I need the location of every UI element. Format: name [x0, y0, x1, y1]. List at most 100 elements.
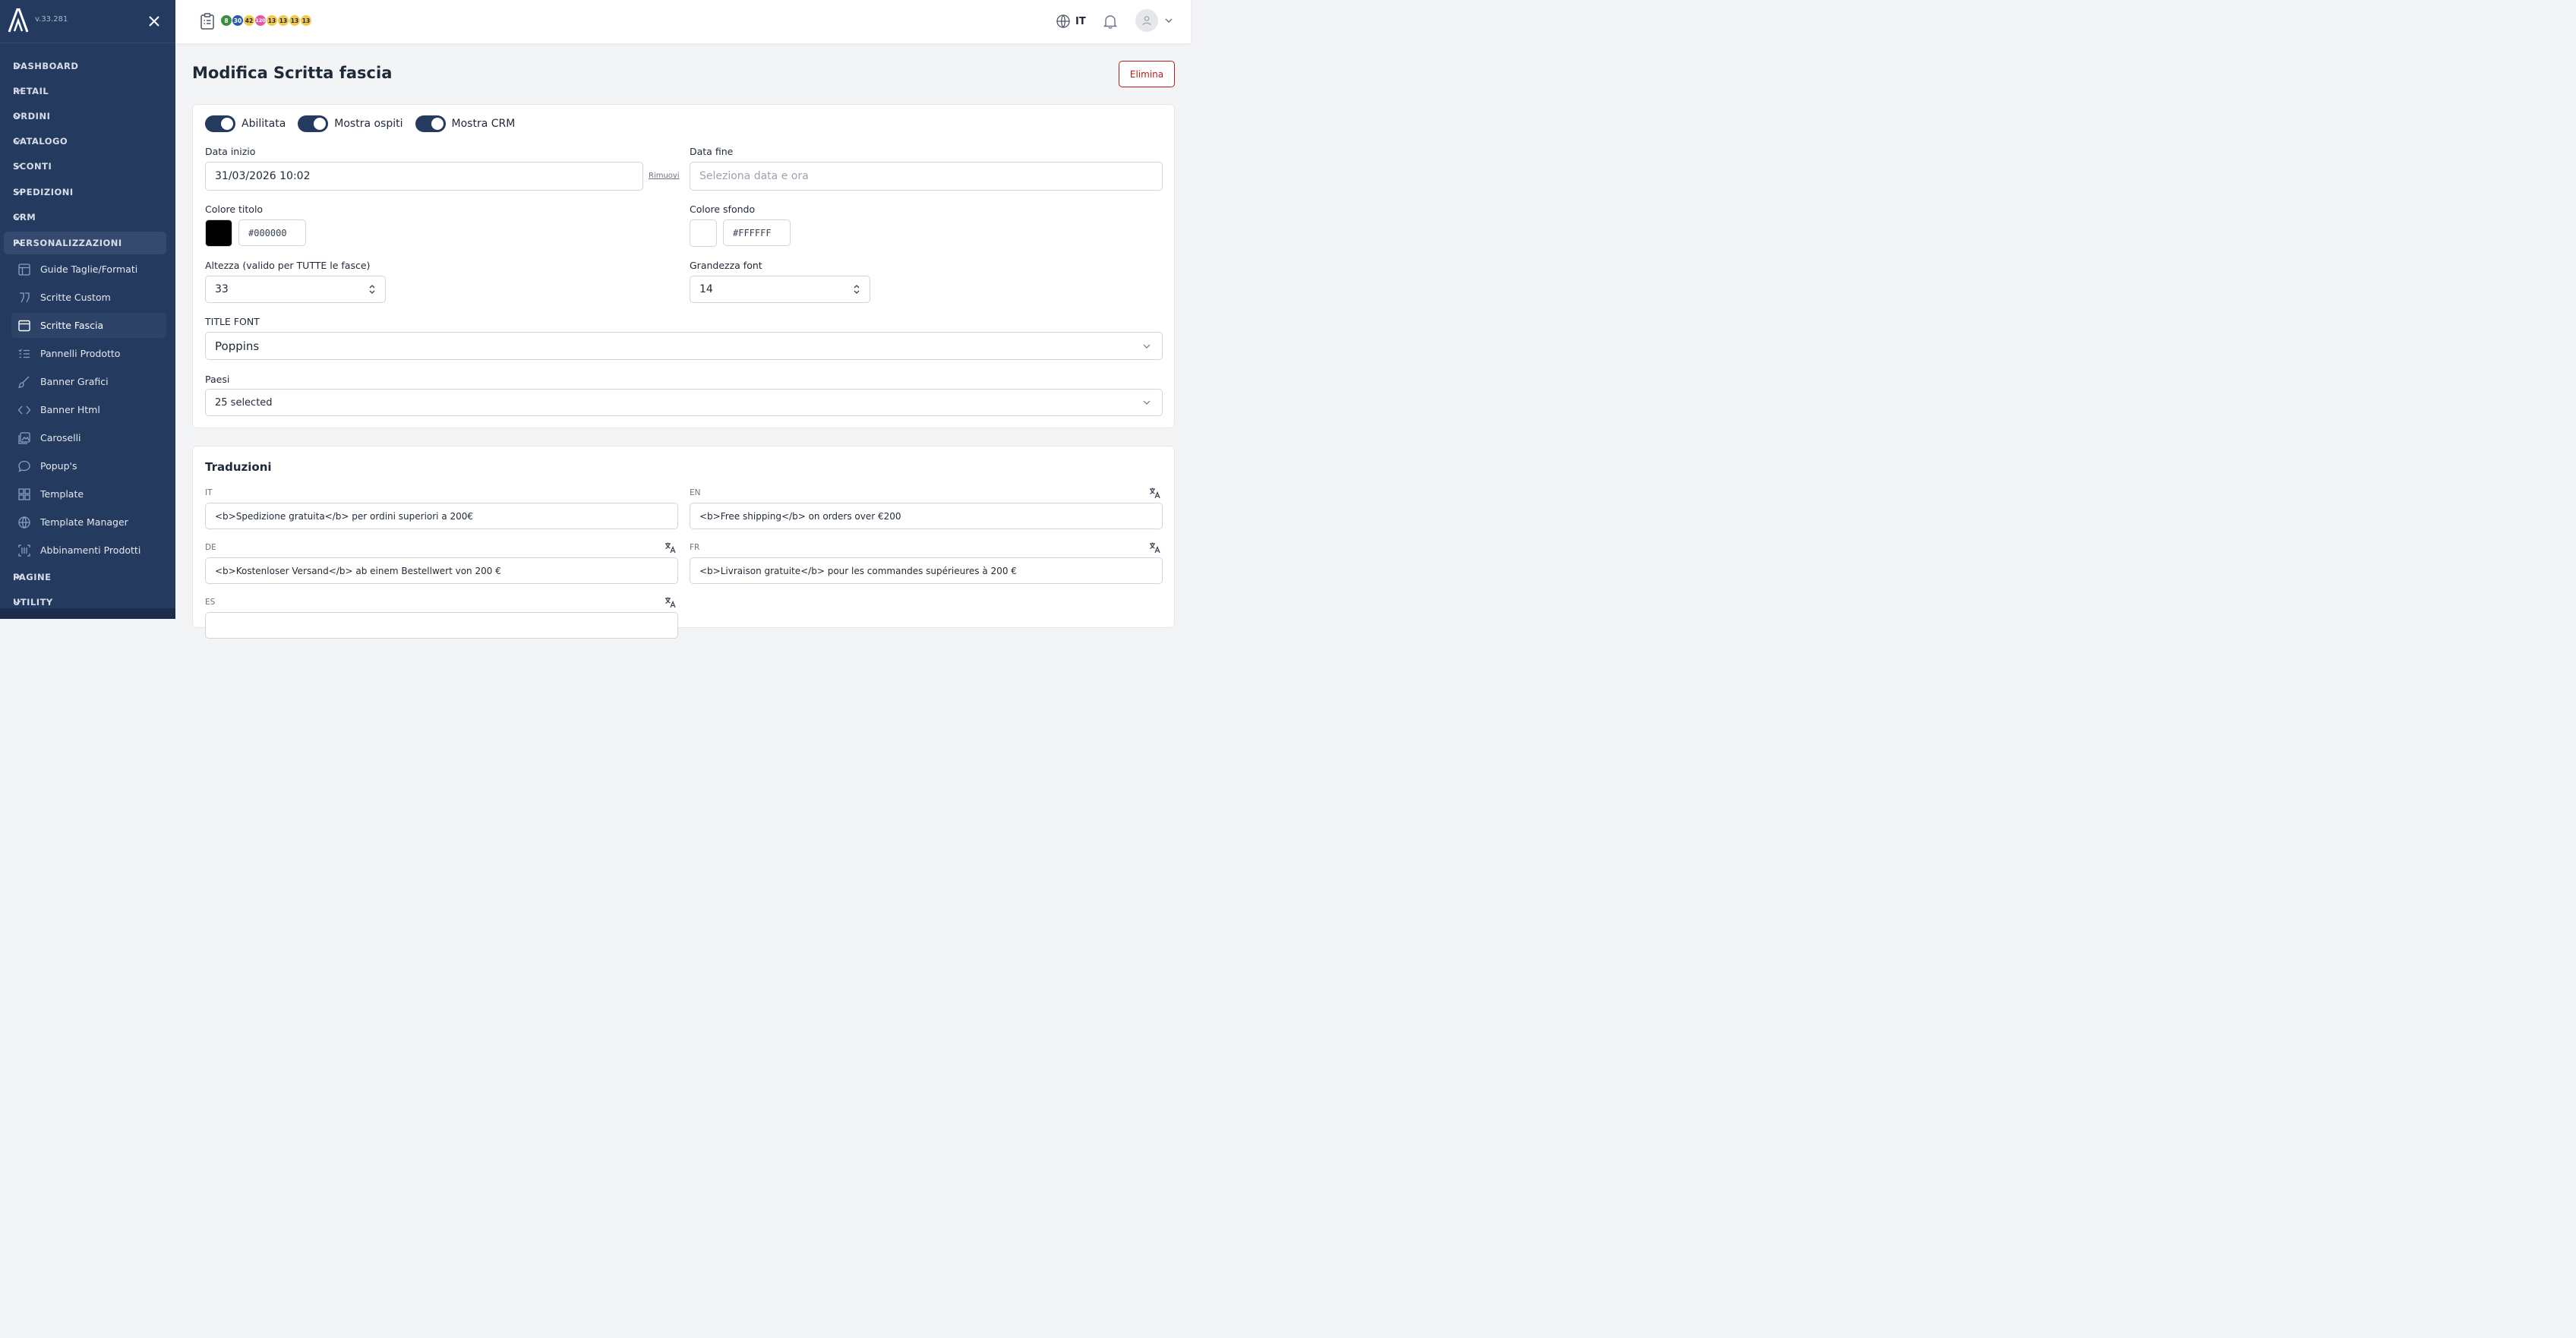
bell-icon[interactable]: [1102, 13, 1119, 30]
translation-field-it[interactable]: <b>Spedizione gratuita</b> per ordini su…: [205, 503, 678, 529]
height-field[interactable]: 33: [205, 276, 386, 303]
sidebar-section-ordini[interactable]: ORDINI: [4, 105, 166, 128]
sidebar-item-caroselli[interactable]: Caroselli: [11, 425, 166, 450]
sidebar-section-label: UTILITY: [13, 597, 53, 607]
sidebar-item-label: Scritte Fascia: [40, 320, 104, 331]
height-value: 33: [215, 283, 229, 295]
close-icon[interactable]: [147, 14, 162, 29]
lang-label-en: EN: [690, 488, 701, 497]
count-badge[interactable]: 8: [220, 14, 232, 27]
sidebar-section-label: RETAIL: [13, 86, 49, 96]
number-spinner-icon[interactable]: [853, 284, 860, 295]
toggle-switch[interactable]: [415, 115, 446, 132]
number-spinner-icon[interactable]: [368, 284, 376, 295]
delete-button[interactable]: Elimina: [1119, 61, 1175, 87]
sidebar-section-catalogo[interactable]: CATALOGO: [4, 130, 166, 153]
translation-field-en[interactable]: <b>Free shipping</b> on orders over €200: [690, 503, 1163, 529]
end-date-field[interactable]: Seleziona data e ora: [690, 162, 1163, 191]
lang-label-it: IT: [205, 488, 213, 497]
toggle-switch[interactable]: [298, 115, 329, 132]
translate-icon[interactable]: [665, 596, 677, 608]
font-size-field[interactable]: 14: [690, 276, 870, 303]
height-label: Altezza (valido per TUTTE le fasce): [205, 260, 371, 271]
toggle-label: Mostra CRM: [451, 118, 516, 130]
countries-select[interactable]: 25 selected: [205, 389, 1163, 416]
sidebar-section-label: DASHBOARD: [13, 61, 79, 71]
bg-color-swatch[interactable]: [690, 219, 717, 247]
sidebar-item-template-manager[interactable]: Template Manager: [11, 510, 166, 535]
user-icon: [1142, 16, 1151, 26]
page-title: Modifica Scritta fascia: [192, 64, 393, 82]
sidebar-item-scritte-fascia[interactable]: Scritte Fascia: [11, 313, 166, 338]
avatar[interactable]: [1135, 9, 1158, 32]
app-version: v.33.281: [35, 15, 68, 24]
start-date-label: Data inizio: [205, 146, 256, 157]
count-badge[interactable]: 30: [232, 14, 244, 27]
translate-icon[interactable]: [665, 541, 677, 554]
clipboard-list-icon[interactable]: [200, 13, 215, 30]
notification-badges: 8 30 42 120 13 13 13 13: [220, 14, 312, 27]
quote-icon: [20, 292, 30, 302]
toggle-mostra-ospiti[interactable]: Mostra ospiti: [298, 115, 403, 132]
sidebar-section-sconti[interactable]: SCONTI: [4, 155, 166, 178]
sidebar-item-abbinamenti-prodotti[interactable]: Abbinamenti Prodotti: [11, 538, 166, 563]
font-size-value: 14: [699, 283, 713, 295]
sidebar-section-label: CRM: [13, 212, 36, 222]
sidebar-section-label: SCONTI: [13, 161, 52, 172]
title-color-label: Colore titolo: [205, 204, 264, 215]
sidebar-section-spedizioni[interactable]: SPEDIZIONI: [4, 181, 166, 204]
sidebar-item-pannelli-prodotto[interactable]: Pannelli Prodotto: [11, 341, 166, 366]
count-badge[interactable]: 42: [243, 14, 255, 27]
app-logo[interactable]: [8, 8, 29, 33]
sidebar-item-label: Template Manager: [40, 516, 128, 528]
translations-title: Traduzioni: [205, 460, 272, 474]
bg-color-field[interactable]: #FFFFFF: [723, 219, 791, 246]
translation-field-fr[interactable]: <b>Livraison gratuite</b> pour les comma…: [690, 557, 1163, 584]
sidebar-item-label: Guide Taglie/Formati: [40, 263, 138, 275]
sidebar-item-template[interactable]: Template: [11, 481, 166, 506]
start-date-field[interactable]: 31/03/2026 10:02: [205, 162, 643, 191]
table-icon: [18, 263, 30, 276]
title-font-value: Poppins: [215, 339, 260, 353]
sidebar-section-crm[interactable]: CRM: [4, 206, 166, 229]
sidebar-item-label: Banner Html: [40, 404, 100, 415]
sidebar-item-popups[interactable]: Popup's: [11, 453, 166, 478]
remove-date-link[interactable]: Rimuovi: [649, 172, 680, 180]
count-badge[interactable]: 13: [300, 14, 312, 27]
topbar: 8 30 42 120 13 13 13 13 IT: [175, 0, 1191, 43]
translations-card: Traduzioni IT <b>Spedizione gratuita</b>…: [192, 446, 1175, 639]
translation-field-es[interactable]: [205, 612, 678, 639]
sidebar-item-banner-grafici[interactable]: Banner Grafici: [11, 369, 166, 394]
translate-icon[interactable]: [1149, 487, 1161, 499]
toggle-mostra-crm[interactable]: Mostra CRM: [415, 115, 516, 132]
toggle-switch[interactable]: [205, 115, 235, 132]
end-date-label: Data fine: [690, 146, 734, 157]
count-badge[interactable]: 120: [254, 14, 267, 27]
sidebar-section-retail[interactable]: RETAIL: [4, 80, 166, 103]
toggle-row: Abilitata Mostra ospiti Mostra CRM: [205, 115, 527, 132]
countries-value: 25 selected: [215, 396, 273, 409]
sidebar: v.33.281 DASHBOARD RETAIL ORDINI CATALOG…: [0, 0, 175, 619]
title-color-swatch[interactable]: [205, 219, 232, 247]
language-switcher[interactable]: IT: [1056, 14, 1086, 29]
translation-field-de[interactable]: <b>Kostenloser Versand</b> ab einem Best…: [205, 557, 678, 584]
title-color-field[interactable]: #000000: [238, 219, 306, 246]
count-badge[interactable]: 13: [266, 14, 278, 27]
sidebar-item-guide-taglie[interactable]: Guide Taglie/Formati: [11, 257, 166, 282]
sidebar-section-personalizzazioni[interactable]: PERSONALIZZAZIONI: [4, 232, 166, 254]
sidebar-section-label: PERSONALIZZAZIONI: [13, 238, 122, 248]
count-badge[interactable]: 13: [277, 14, 289, 27]
chevron-down-icon[interactable]: [1164, 16, 1173, 25]
sidebar-item-banner-html[interactable]: Banner Html: [11, 397, 166, 422]
count-badge[interactable]: 13: [289, 14, 301, 27]
translate-icon[interactable]: [1149, 541, 1161, 554]
bg-color-label: Colore sfondo: [690, 204, 756, 215]
sidebar-section-pagine[interactable]: PAGINE: [4, 566, 166, 589]
sidebar-item-scritte-custom[interactable]: Scritte Custom: [11, 285, 166, 310]
sidebar-item-label: Popup's: [40, 460, 77, 472]
toggle-abilitata[interactable]: Abilitata: [205, 115, 286, 132]
sidebar-section-dashboard[interactable]: DASHBOARD: [4, 55, 166, 77]
toggle-label: Abilitata: [242, 118, 286, 130]
sidebar-item-label: Scritte Custom: [40, 292, 111, 303]
title-font-select[interactable]: Poppins: [205, 332, 1163, 360]
